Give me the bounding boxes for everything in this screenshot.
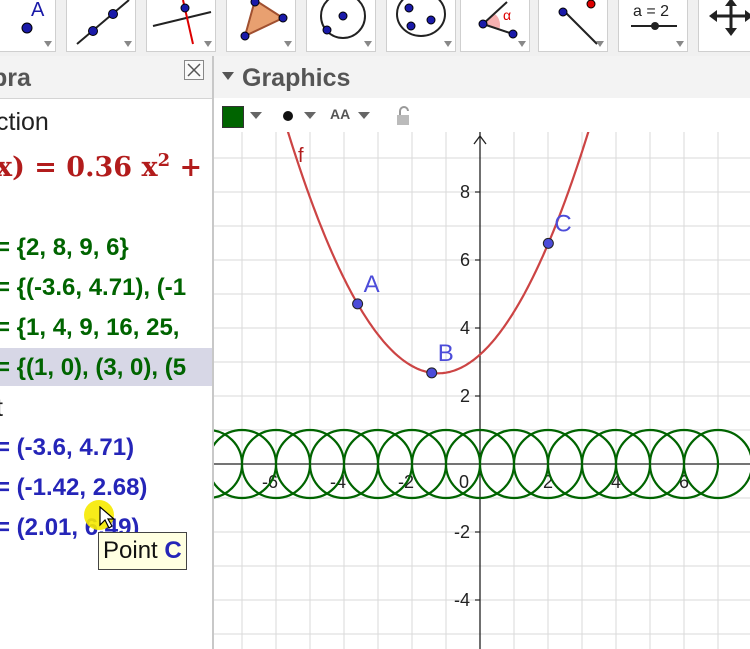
y-tick-label: 4 <box>460 318 470 338</box>
mouse-cursor-icon <box>99 506 115 529</box>
graphics-view: Graphics AA -6 -4 -2 0 2 4 6 8 6 4 2 -2 -4 f A B C <box>214 56 750 649</box>
close-icon[interactable] <box>184 60 204 80</box>
collapse-triangle-icon[interactable] <box>222 72 234 80</box>
chevron-down-icon <box>676 41 684 47</box>
point-b-marker <box>426 367 438 379</box>
color-swatch[interactable] <box>222 106 244 128</box>
point-b-value: = (-1.42, 2.68) <box>0 474 148 501</box>
polygon-tool[interactable] <box>226 0 296 52</box>
tooltip: Point C <box>98 532 187 570</box>
category-point[interactable]: t <box>0 388 212 426</box>
point-a-row[interactable]: = (-3.6, 4.71) <box>0 428 212 466</box>
list-row-selected[interactable]: = {(1, 0), (3, 0), (5 <box>0 348 212 386</box>
graphics-canvas[interactable]: -6 -4 -2 0 2 4 68642-2-4fABC <box>214 132 750 649</box>
list-row[interactable]: = {2, 8, 9, 6} <box>0 228 212 266</box>
chevron-down-icon[interactable] <box>250 112 262 119</box>
list-value: = {1, 4, 9, 16, 25, <box>0 314 180 341</box>
list-value: = {(1, 0), (3, 0), (5 <box>0 354 187 381</box>
chevron-down-icon <box>204 41 212 47</box>
list-value: = {(-3.6, 4.71), (-1 <box>0 274 187 301</box>
x-tick-label: 4 <box>611 472 621 492</box>
algebra-header: bra <box>0 56 212 99</box>
toolbar: A α a = 2 <box>0 0 750 57</box>
graphics-title: Graphics <box>242 64 351 92</box>
chevron-down-icon <box>284 41 292 47</box>
point-b-label: B <box>438 340 454 367</box>
style-bar: AA <box>214 98 750 134</box>
svg-text:A: A <box>31 0 45 21</box>
chevron-down-icon <box>364 41 372 47</box>
point-a-marker <box>352 298 364 310</box>
y-tick-label: -2 <box>454 522 470 542</box>
algebra-title: bra <box>0 64 31 92</box>
chevron-down-icon <box>444 41 452 47</box>
list-row[interactable]: = {1, 4, 9, 16, 25, <box>0 308 212 346</box>
function-f-label: f <box>298 145 304 167</box>
y-tick-label: 2 <box>460 386 470 406</box>
svg-text:a = 2: a = 2 <box>633 3 669 20</box>
function-f-row[interactable]: x) = 0.36 x2 + 0 <box>0 144 212 182</box>
line-tool[interactable] <box>66 0 136 52</box>
chevron-down-icon <box>596 41 604 47</box>
category-function[interactable]: ction <box>0 102 212 140</box>
chevron-down-icon <box>44 41 52 47</box>
circle-tool[interactable] <box>306 0 376 52</box>
point-b-row[interactable]: = (-1.42, 2.68) <box>0 468 212 506</box>
move-arrows-icon <box>709 0 750 36</box>
point-c-marker <box>542 237 554 249</box>
list-row[interactable]: = {(-3.6, 4.71), (-1 <box>0 268 212 306</box>
x-tick-label: 6 <box>679 472 689 492</box>
point-a-value: = (-3.6, 4.71) <box>0 434 135 461</box>
list-value: = {2, 8, 9, 6} <box>0 234 129 261</box>
y-tick-label: 6 <box>460 250 470 270</box>
point-c-label: C <box>554 210 571 237</box>
move-tool[interactable]: A <box>0 0 56 52</box>
point-a-label: A <box>364 271 380 298</box>
category-label: ction <box>0 108 49 136</box>
function-f-curve <box>286 132 590 375</box>
function-f-definition: x) = 0.36 x2 + 0 <box>0 150 212 182</box>
slider-tool[interactable]: a = 2 <box>618 0 688 52</box>
graphics-header: Graphics <box>214 56 750 99</box>
chevron-down-icon[interactable] <box>358 112 370 119</box>
chevron-down-icon[interactable] <box>304 112 316 119</box>
chevron-down-icon <box>124 41 132 47</box>
perpendicular-tool[interactable] <box>146 0 216 52</box>
conic-tool[interactable] <box>386 0 456 52</box>
reflect-tool[interactable] <box>538 0 608 52</box>
move-graphics-tool[interactable] <box>698 0 750 52</box>
y-tick-label: -4 <box>454 590 470 610</box>
chevron-down-icon <box>518 41 526 47</box>
x-tick-label: 2 <box>543 472 553 492</box>
svg-text:α: α <box>503 7 511 23</box>
angle-tool[interactable]: α <box>460 0 530 52</box>
y-tick-label: 8 <box>460 182 470 202</box>
category-label: t <box>0 394 3 423</box>
